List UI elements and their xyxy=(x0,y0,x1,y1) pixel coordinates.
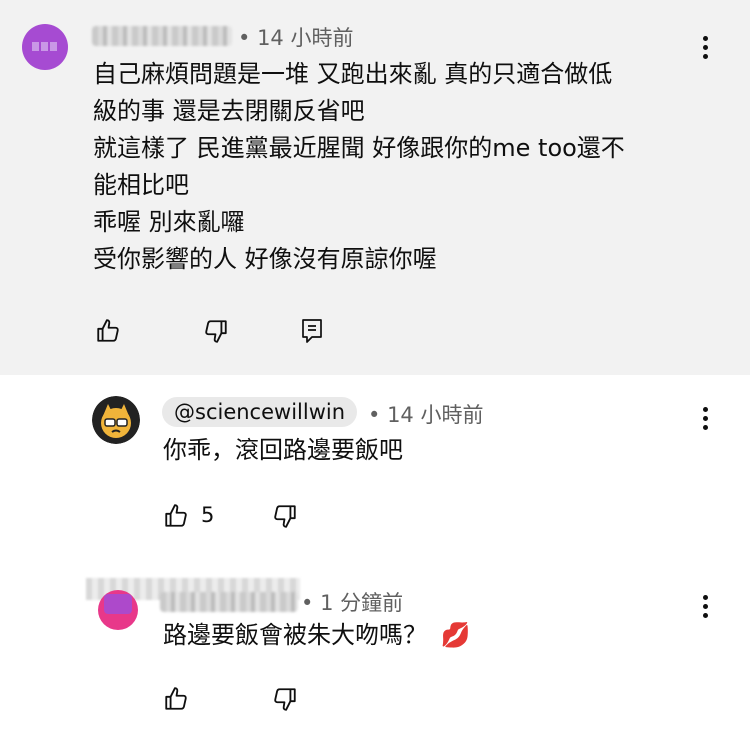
avatar[interactable] xyxy=(22,24,68,70)
comment-line: 級的事 還是去閉關反省吧 xyxy=(93,97,365,125)
comment-text: 你乖，滾回路邊要飯吧 xyxy=(163,436,403,464)
thumbs-down-icon[interactable] xyxy=(203,318,229,344)
comment-text: 路邊要飯會被朱大吻嗎？ 💋 xyxy=(163,617,471,654)
comment-meta: • 14 小時前 xyxy=(238,26,354,50)
reply-icon[interactable] xyxy=(300,318,324,344)
thumbs-up-icon[interactable] xyxy=(163,686,189,712)
more-options-icon[interactable] xyxy=(703,36,709,62)
comment-line: 乖喔 別來亂囉 xyxy=(93,208,245,236)
username-handle[interactable]: @sciencewillwin xyxy=(162,397,358,427)
username-blurred[interactable] xyxy=(92,26,232,46)
thumbs-down-icon[interactable] xyxy=(272,503,298,529)
timestamp: 1 分鐘前 xyxy=(320,591,404,615)
thumbs-up-icon[interactable] xyxy=(163,503,189,529)
comment-text: 自己麻煩問題是一堆 又跑出來亂 真的只適合做低 級的事 還是去閉關反省吧 就這樣… xyxy=(93,56,625,278)
comment-line: 就這樣了 民進黨最近腥聞 好像跟你的me too還不 xyxy=(93,134,625,162)
more-options-icon[interactable] xyxy=(703,595,709,621)
avatar[interactable] xyxy=(92,396,140,444)
comment-line: 能相比吧 xyxy=(93,171,189,199)
kiss-mark-emoji: 💋 xyxy=(440,621,471,649)
timestamp: 14 小時前 xyxy=(257,26,354,50)
comment-text-content: 路邊要飯會被朱大吻嗎？ xyxy=(163,621,427,649)
thumbs-down-icon[interactable] xyxy=(272,686,298,712)
thumbs-up-icon[interactable] xyxy=(95,318,121,344)
username-blurred[interactable] xyxy=(160,592,298,612)
more-options-icon[interactable] xyxy=(703,407,709,433)
comment-meta: • 1 分鐘前 xyxy=(301,591,404,615)
avatar[interactable] xyxy=(98,590,138,630)
timestamp: 14 小時前 xyxy=(387,403,484,427)
comment-meta: • 14 小時前 xyxy=(368,403,484,427)
comment-line: 自己麻煩問題是一堆 又跑出來亂 真的只適合做低 xyxy=(93,60,613,88)
comment-line: 受你影響的人 好像沒有原諒你喔 xyxy=(93,245,437,273)
like-count: 5 xyxy=(201,503,215,527)
